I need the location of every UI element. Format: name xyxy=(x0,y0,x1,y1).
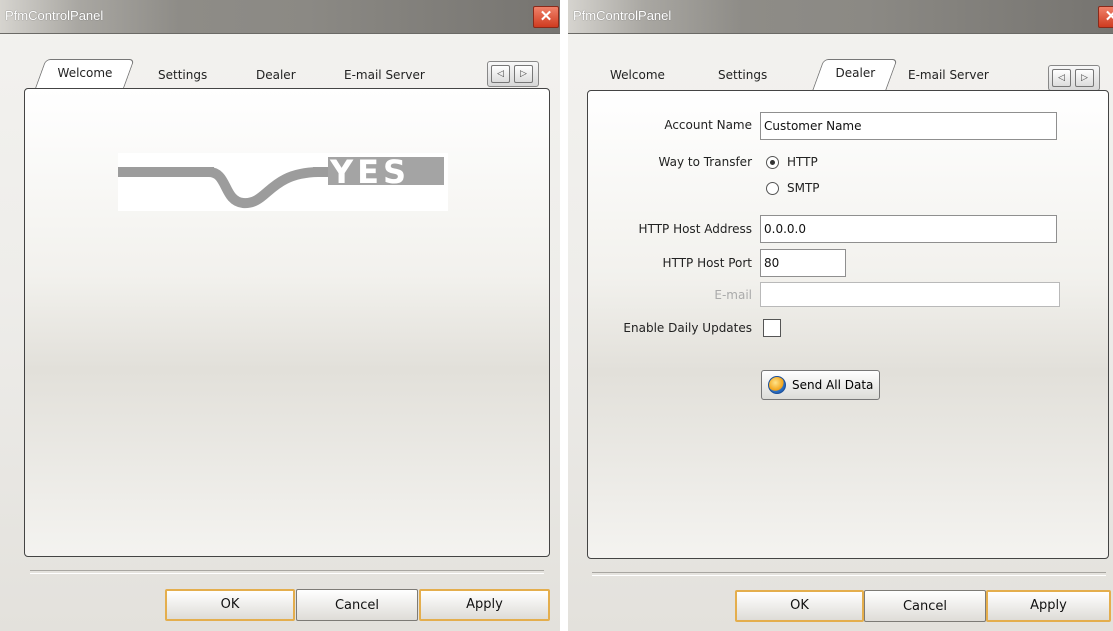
smtp-radio[interactable] xyxy=(766,182,779,195)
arrow-left-icon[interactable]: ◁ xyxy=(1052,69,1071,87)
arrow-right-icon[interactable]: ▷ xyxy=(514,65,533,83)
email-field[interactable] xyxy=(760,282,1060,307)
control-panel-window-dealer: PfmControlPanel ✕ Welcome Settings Deale… xyxy=(568,0,1113,631)
cancel-button[interactable]: Cancel xyxy=(296,589,418,621)
window-title: PfmControlPanel xyxy=(5,8,104,23)
logo-text: YES xyxy=(329,153,410,191)
account-name-label: Account Name xyxy=(664,118,752,132)
control-panel-window-welcome: PfmControlPanel ✕ Welcome Settings Deale… xyxy=(0,0,560,631)
send-all-data-button[interactable]: Send All Data xyxy=(761,370,881,400)
close-icon[interactable]: ✕ xyxy=(533,6,559,28)
globe-icon xyxy=(768,376,786,394)
tab-bar: Welcome Settings Dealer E-mail Server xyxy=(588,52,1078,90)
tab-settings[interactable]: Settings xyxy=(158,68,207,82)
daily-updates-label: Enable Daily Updates xyxy=(623,321,752,335)
window-title: PfmControlPanel xyxy=(573,8,672,23)
smtp-radio-label[interactable]: SMTP xyxy=(787,181,820,195)
apply-button[interactable]: Apply xyxy=(986,590,1111,622)
http-host-label: HTTP Host Address xyxy=(638,222,752,236)
title-bar[interactable]: PfmControlPanel ✕ xyxy=(568,0,1113,34)
tab-welcome[interactable]: Welcome xyxy=(610,68,665,82)
daily-updates-checkbox[interactable] xyxy=(763,319,781,337)
send-all-data-label: Send All Data xyxy=(792,378,874,392)
ok-button[interactable]: OK xyxy=(165,589,295,621)
http-port-label: HTTP Host Port xyxy=(662,256,752,270)
tab-welcome[interactable]: Welcome xyxy=(34,59,135,90)
arrow-left-icon[interactable]: ◁ xyxy=(491,65,510,83)
tab-scroll-buttons: ◁ ▷ xyxy=(487,61,539,87)
title-bar[interactable]: PfmControlPanel ✕ xyxy=(0,0,560,34)
email-label: E-mail xyxy=(714,288,752,302)
http-radio[interactable] xyxy=(766,156,779,169)
yes-logo: YES xyxy=(118,153,448,211)
tab-email-server[interactable]: E-mail Server xyxy=(908,68,989,82)
tab-scroll-buttons: ◁ ▷ xyxy=(1048,65,1100,91)
close-icon[interactable]: ✕ xyxy=(1098,6,1113,28)
http-radio-label[interactable]: HTTP xyxy=(787,155,818,169)
tab-dealer[interactable]: Dealer xyxy=(812,59,898,90)
separator xyxy=(30,570,544,574)
ok-button[interactable]: OK xyxy=(735,590,864,622)
tab-bar: Welcome Settings Dealer E-mail Server xyxy=(22,52,532,90)
separator xyxy=(592,572,1106,576)
tab-content-welcome: YES xyxy=(24,88,550,557)
account-name-field[interactable]: Customer Name xyxy=(760,112,1057,140)
radio-selected-dot xyxy=(770,160,775,165)
http-host-field[interactable]: 0.0.0.0 xyxy=(760,215,1057,243)
http-port-field[interactable]: 80 xyxy=(760,249,846,277)
arrow-right-icon[interactable]: ▷ xyxy=(1075,69,1094,87)
apply-button[interactable]: Apply xyxy=(419,589,550,621)
tab-dealer[interactable]: Dealer xyxy=(256,68,296,82)
tab-content-dealer: Account Name Customer Name Way to Transf… xyxy=(587,90,1109,559)
tab-email-server[interactable]: E-mail Server xyxy=(344,68,425,82)
way-to-transfer-label: Way to Transfer xyxy=(658,155,752,169)
tab-settings[interactable]: Settings xyxy=(718,68,767,82)
window-gap xyxy=(560,0,568,631)
cancel-button[interactable]: Cancel xyxy=(864,590,986,622)
